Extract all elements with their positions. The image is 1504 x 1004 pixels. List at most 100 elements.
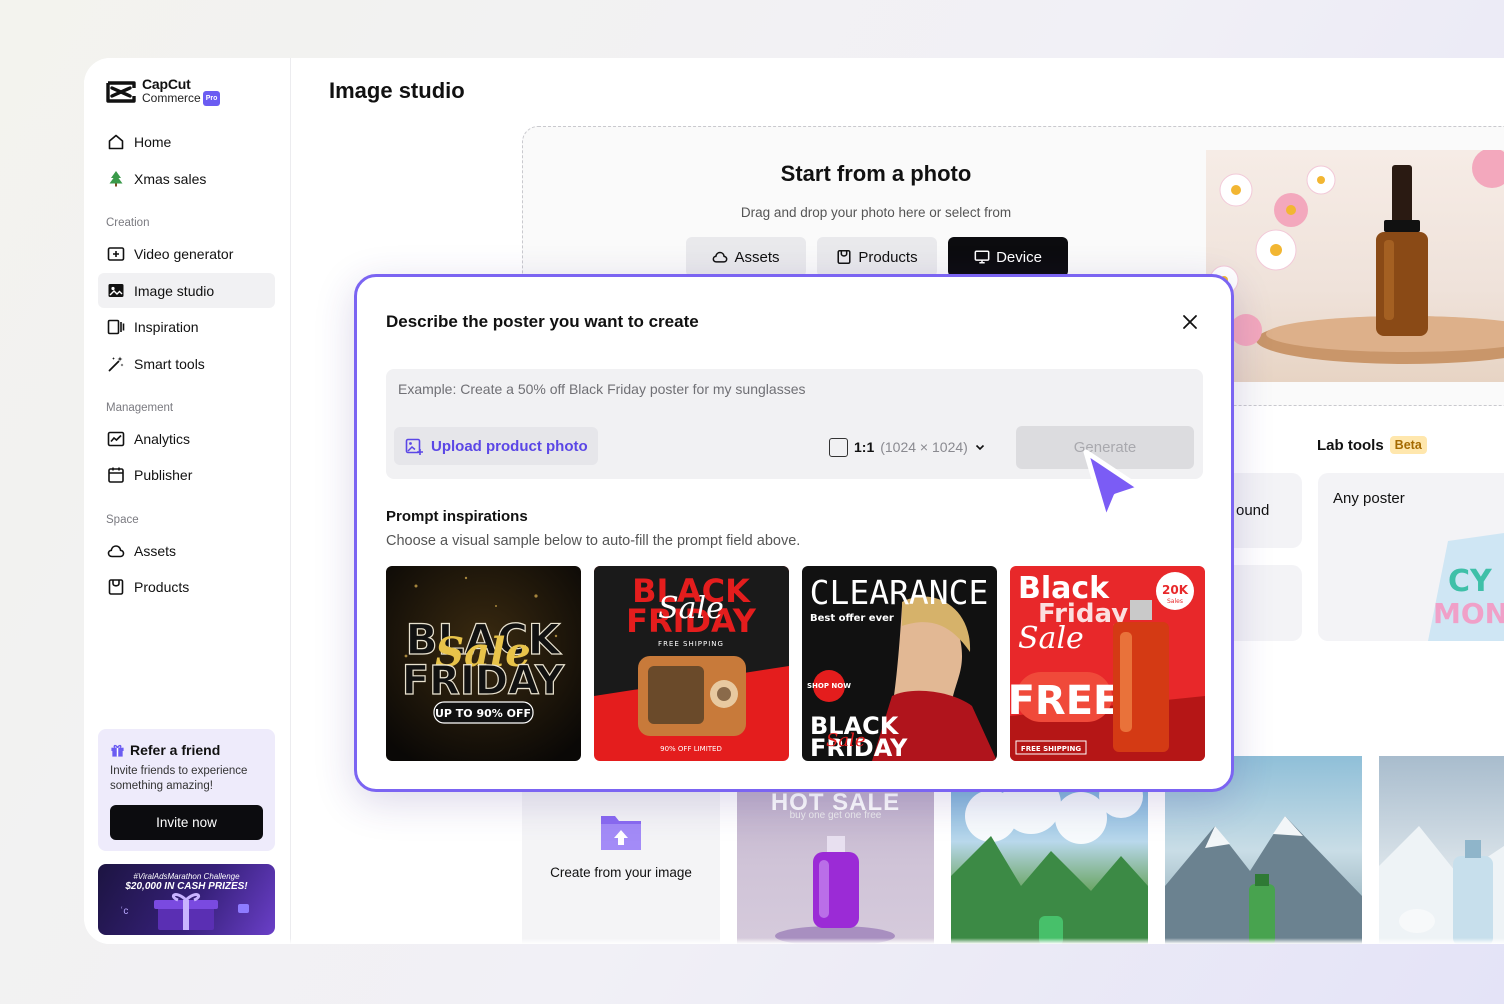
sidebar-item-xmas-sales[interactable]: Xmas sales xyxy=(98,161,275,196)
products-icon xyxy=(108,578,124,595)
section-label-creation: Creation xyxy=(106,217,150,229)
sidebar-item-products[interactable]: Products xyxy=(98,569,275,604)
upload-product-photo-button[interactable]: Upload product photo xyxy=(394,427,598,465)
inspirations-subtitle: Choose a visual sample below to auto-fil… xyxy=(386,533,801,549)
capcut-logo-icon xyxy=(106,81,136,103)
analytics-icon xyxy=(107,431,125,446)
sidebar-item-label: Image studio xyxy=(134,282,215,299)
sidebar-item-label: Video generator xyxy=(134,245,234,262)
svg-text:MON: MON xyxy=(1433,597,1504,630)
promo-line1: #ViralAdsMarathon Challenge xyxy=(133,872,240,881)
inspirations-title: Prompt inspirations xyxy=(386,508,528,525)
aspect-ratio-square-icon xyxy=(829,437,848,457)
poster-prompt-modal: Describe the poster you want to create U… xyxy=(354,274,1234,792)
poster-thumbnail: BLACK Sale FRIDAY UP TO 90% OFF xyxy=(386,566,581,761)
gift-icon xyxy=(111,744,124,757)
lab-tools-label: Lab tools xyxy=(1317,436,1384,454)
close-icon xyxy=(1183,315,1197,329)
tool-card-any-poster[interactable]: Any poster CY MON xyxy=(1318,473,1504,641)
home-icon xyxy=(108,134,124,149)
source-products-button[interactable]: Products xyxy=(817,237,937,277)
sidebar-item-image-studio[interactable]: Image studio xyxy=(98,273,275,308)
magic-wand-icon xyxy=(108,356,124,371)
sample-text: FREE SHIPPING xyxy=(1021,745,1081,753)
chevron-down-icon xyxy=(975,444,984,451)
lab-tools-title: Lab tools Beta xyxy=(1317,436,1427,454)
section-label-space: Space xyxy=(106,514,139,526)
refer-title: Refer a friend xyxy=(130,742,221,758)
source-assets-button[interactable]: Assets xyxy=(686,237,806,277)
source-button-label: Products xyxy=(858,248,918,266)
image-upload-icon xyxy=(405,438,423,455)
sidebar-item-label: Smart tools xyxy=(134,355,205,372)
sidebar-item-label: Home xyxy=(134,133,172,150)
video-add-icon xyxy=(107,246,125,261)
folder-upload-icon xyxy=(601,816,641,850)
sidebar-item-label: Assets xyxy=(134,542,177,559)
beta-badge: Beta xyxy=(1389,436,1427,454)
calendar-icon xyxy=(108,467,124,483)
cloud-icon xyxy=(107,544,125,557)
section-label-management: Management xyxy=(106,402,174,414)
sample-text: Sales xyxy=(1167,598,1183,605)
sidebar-item-analytics[interactable]: Analytics xyxy=(98,421,275,456)
sidebar-item-smart-tools[interactable]: Smart tools xyxy=(98,346,275,381)
sidebar-item-video-generator[interactable]: Video generator xyxy=(98,236,275,271)
pro-badge: Pro xyxy=(202,91,221,106)
sidebar: CapCut Commerce Pro Home Xmas sales Creat… xyxy=(84,58,291,944)
svg-text:ʿc: ʿc xyxy=(120,905,128,917)
aspect-ratio-select[interactable]: 1:1 (1024 × 1024) xyxy=(829,435,986,459)
sidebar-item-home[interactable]: Home xyxy=(98,124,275,159)
snow-scene-image xyxy=(1379,826,1504,944)
brand-logo[interactable]: CapCut Commerce Pro xyxy=(106,76,221,106)
bottom-fade xyxy=(84,938,1504,944)
tool-card-label: ound xyxy=(1236,502,1270,519)
invite-now-button[interactable]: Invite now xyxy=(110,805,263,840)
start-photo-title: Start from a photo xyxy=(780,161,972,186)
refer-friend-card: Refer a friend Invite friends to experie… xyxy=(98,729,275,851)
image-studio-icon xyxy=(108,283,124,297)
sidebar-item-inspiration[interactable]: Inspiration xyxy=(98,309,275,344)
sample-text: Best offer ever xyxy=(810,613,894,624)
sidebar-item-assets[interactable]: Assets xyxy=(98,533,275,568)
sample-text: SHOP NOW xyxy=(807,682,851,690)
inspiration-icon xyxy=(107,319,125,334)
challenge-promo-banner[interactable]: #ViralAdsMarathon Challenge $20,000 IN C… xyxy=(98,864,275,935)
sample-text: CLEARANCE xyxy=(810,573,989,612)
sample-text: Sale xyxy=(658,591,724,626)
brand-subname: Commerce xyxy=(142,91,201,105)
prompt-input[interactable] xyxy=(398,377,1188,401)
cyber-monday-thumbnail: CY MON xyxy=(1428,533,1504,641)
page-title: Image studio xyxy=(329,78,465,103)
close-button[interactable] xyxy=(1178,310,1202,334)
sample-text: FRIDAY xyxy=(402,658,565,704)
sidebar-item-publisher[interactable]: Publisher xyxy=(98,457,275,492)
source-button-label: Device xyxy=(996,248,1042,266)
sample-text: FREE SHIPPING xyxy=(658,640,724,648)
sample-text: Sale xyxy=(826,730,865,751)
brand-name: CapCut xyxy=(142,76,191,92)
start-photo-subtitle: Drag and drop your photo here or select … xyxy=(740,205,1012,220)
poster-thumbnail: Black Friday Sale 20K Sales FREE FREE SH… xyxy=(1010,566,1205,761)
source-device-button[interactable]: Device xyxy=(948,237,1068,277)
inspiration-sample-1[interactable]: BLACK Sale FRIDAY UP TO 90% OFF xyxy=(386,566,581,761)
svg-text:CY: CY xyxy=(1448,564,1493,599)
xmas-tree-icon xyxy=(109,170,123,186)
ratio-value: 1:1 xyxy=(854,439,875,455)
inspiration-sample-3[interactable]: CLEARANCE Best offer ever SHOP NOW BLACK… xyxy=(802,566,997,761)
promo-line2: $20,000 IN CASH PRIZES! xyxy=(125,881,248,892)
poster-thumbnail: CLEARANCE Best offer ever SHOP NOW BLACK… xyxy=(802,566,997,761)
sidebar-item-label: Xmas sales xyxy=(134,170,207,187)
template-snow-bottle[interactable] xyxy=(1379,756,1504,944)
ratio-dimensions: (1024 × 1024) xyxy=(880,439,968,455)
sidebar-item-label: Inspiration xyxy=(134,318,199,335)
sample-text: 90% OFF LIMITED xyxy=(660,745,722,753)
refer-description: Invite friends to experience something a… xyxy=(110,765,248,792)
sample-text: 20K xyxy=(1162,583,1189,597)
inspiration-sample-4[interactable]: Black Friday Sale 20K Sales FREE FREE SH… xyxy=(1010,566,1205,761)
poster-thumbnail: BLACK FRIDAY Sale FREE SHIPPING 90% OFF … xyxy=(594,566,789,761)
inspiration-sample-2[interactable]: BLACK FRIDAY Sale FREE SHIPPING 90% OFF … xyxy=(594,566,789,761)
sample-text: FREE xyxy=(1010,678,1120,724)
sample-text: Sale xyxy=(1018,621,1084,656)
create-from-image-label: Create from your image xyxy=(550,865,692,880)
